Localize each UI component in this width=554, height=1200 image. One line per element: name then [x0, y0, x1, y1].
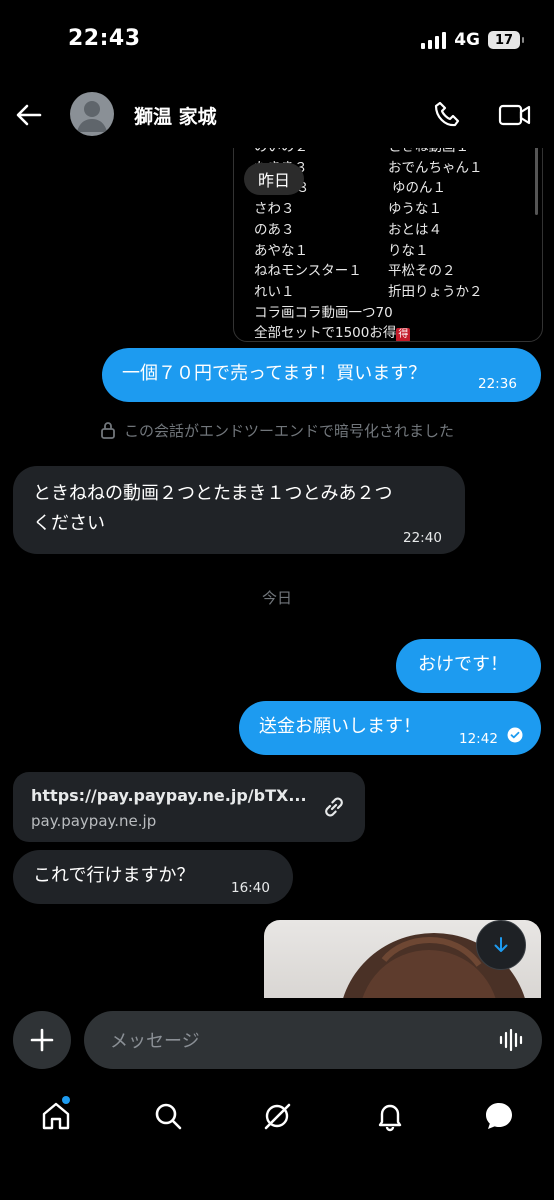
deal-badge-icon: 得	[396, 328, 411, 341]
roster-row-right: おとは４	[388, 221, 442, 238]
roster-row-right: 平松その２	[388, 263, 456, 280]
date-chip-today: 今日	[261, 589, 292, 607]
search-icon[interactable]	[152, 1100, 184, 1132]
roster-line-price: コラ画コラ動画一つ70	[254, 304, 393, 321]
roster-row-right: 折田りょうか２	[388, 283, 483, 300]
message-text-line2: ください	[33, 513, 105, 534]
date-chip-yesterday: 昨日	[244, 163, 305, 195]
encryption-text: この会話がエンドツーエンドで暗号化されました	[123, 422, 454, 440]
message-time: 12:42	[459, 731, 498, 747]
link-url[interactable]: https://pay.paypay.ne.jp/bTX...	[31, 786, 307, 805]
message-bubble-incoming[interactable]: これで行けますか？ 16:40	[13, 850, 293, 904]
message-time: 16:40	[231, 880, 270, 896]
roster-row-right: ゆのん１	[392, 180, 446, 197]
lock-icon	[101, 422, 115, 439]
video-icon[interactable]	[498, 100, 532, 130]
message-bubble-outgoing[interactable]: おけです！	[396, 639, 541, 693]
back-arrow-icon[interactable]	[14, 100, 44, 130]
grok-icon[interactable]	[261, 1100, 293, 1132]
roster-row-left: れい１	[254, 283, 295, 300]
message-text: これで行けますか？	[33, 865, 195, 886]
roster-row-right: おでんちゃん１	[388, 159, 483, 176]
roster-card: のいの２たまき３３さわ３のあ３あやな１ねねモンスター１れい１ときね動画１おでんち…	[233, 124, 543, 342]
roster-row-left: さわ３	[254, 201, 295, 218]
message-text-line1: ときねねの動画２つとたまき１つとみあ２つ	[33, 483, 393, 504]
message-time: 22:40	[403, 530, 442, 546]
avatar[interactable]	[70, 92, 114, 136]
link-preview-card[interactable]: https://pay.paypay.ne.jp/bTX... pay.payp…	[13, 772, 365, 842]
bell-icon[interactable]	[374, 1100, 406, 1132]
message-text: 一個７０円で売ってます！買います？	[122, 363, 427, 384]
phone-icon[interactable]	[432, 100, 462, 130]
chat-header: 獅温 家城	[0, 82, 554, 148]
message-bubble-outgoing[interactable]: 送金お願いします！ 12:42	[239, 701, 541, 755]
message-text: おけです！	[418, 654, 508, 675]
message-text: 送金お願いします！	[259, 716, 421, 737]
status-time: 22:43	[68, 26, 141, 51]
home-notification-dot	[62, 1096, 70, 1104]
roster-row-left: あやな１	[254, 242, 308, 259]
roster-row-left: ねねモンスター１	[254, 263, 362, 280]
voice-wave-icon[interactable]	[498, 1027, 524, 1053]
roster-row-right: りな１	[388, 242, 429, 259]
avatar-icon	[77, 101, 107, 132]
chat-icon[interactable]	[483, 1100, 515, 1132]
plus-icon	[30, 1028, 54, 1052]
roster-line-set: 全部セットで1500お得得	[254, 321, 411, 342]
roster-set-text: 全部セットで1500お得	[254, 325, 397, 342]
scroll-down-button[interactable]	[476, 920, 526, 970]
link-icon[interactable]	[321, 794, 347, 820]
contact-name[interactable]: 獅温 家城	[134, 102, 217, 129]
network-label: 4G	[454, 30, 480, 50]
encryption-notice: この会話がエンドツーエンドで暗号化されました	[0, 420, 554, 441]
link-domain: pay.paypay.ne.jp	[31, 812, 157, 830]
status-indicators: 4G 17	[421, 30, 524, 50]
message-input-container[interactable]	[84, 1011, 542, 1071]
signal-icon	[421, 31, 447, 49]
battery-icon: 17	[488, 31, 524, 49]
arrow-down-icon	[494, 937, 508, 952]
home-icon[interactable]	[40, 1100, 72, 1132]
message-bubble-incoming[interactable]: ときねねの動画２つとたまき１つとみあ２つ ください 22:40	[13, 466, 465, 554]
add-attachment-button[interactable]	[13, 1011, 71, 1069]
roster-row-right: ゆうな１	[388, 201, 442, 218]
battery-level: 17	[494, 32, 514, 48]
message-time: 22:36	[478, 376, 517, 392]
read-check-icon	[507, 727, 523, 743]
message-input[interactable]	[108, 1011, 492, 1071]
roster-row-left: のあ３	[254, 221, 295, 238]
card-scrollbar	[535, 145, 538, 215]
message-bubble-outgoing[interactable]: 一個７０円で売ってます！買います？ 22:36	[102, 348, 541, 402]
